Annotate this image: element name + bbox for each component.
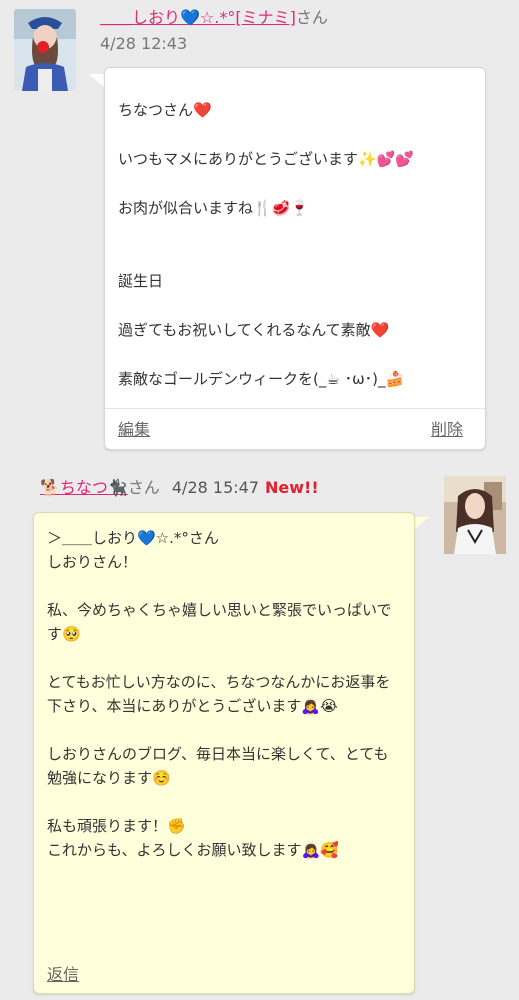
comment1-line: 過ぎてもお祝いしてくれるなんて素敵❤️: [118, 321, 390, 339]
comment2-header: 🐕ちなつ🐈‍⬛さん 4/28 15:47 New!!: [40, 478, 319, 498]
comment1-line: お肉が似合いますね🍴🥩🍷: [118, 199, 310, 217]
comment2-date: 4/28 15:47: [171, 478, 259, 497]
comment2-honorific: さん: [127, 478, 160, 497]
comment1-date: 4/28 12:43: [100, 34, 188, 53]
reply-link[interactable]: 返信: [47, 961, 79, 985]
comment2-bubble-tail: [413, 517, 429, 531]
comment1-line: ちなつさん❤️: [118, 101, 212, 119]
avatar-chinatsu[interactable]: [444, 476, 506, 558]
comment1-header: ＿＿しおり💙☆.*°[ミナミ]さん: [100, 8, 328, 28]
comment2-bubble: ＞＿＿しおり💙☆.*°さん しおりさん！ 私、今めちゃくちゃ嬉しい思いと緊張でい…: [33, 512, 415, 994]
comment1-divider: [105, 408, 485, 409]
comment2-line: 私も頑張ります！✊: [47, 817, 186, 835]
new-badge: New!!: [265, 478, 319, 497]
avatar-shiori[interactable]: [14, 9, 76, 91]
comment1-line: いつもマメにありがとうございます✨💕💕: [118, 150, 415, 168]
comment1-body: ちなつさん❤️ いつもマメにありがとうございます✨💕💕 お肉が似合いますね🍴🥩🍷…: [118, 98, 467, 403]
comment2-line: 私、今めちゃくちゃ嬉しい思いと緊張でいっぱいです🥺: [47, 601, 392, 643]
comment2-body: ＞＿＿しおり💙☆.*°さん しおりさん！ 私、今めちゃくちゃ嬉しい思いと緊張でい…: [47, 526, 396, 862]
comment2-line: しおりさん！: [47, 553, 138, 571]
comment2-line: これからも、よろしくお願い致します🙇‍♀️🥰: [47, 841, 339, 859]
comment2-line: ＞＿＿しおり💙☆.*°さん: [47, 529, 219, 547]
comment1-line: 素敵なゴールデンウィークを(_☕ ･ω･)_🍰: [118, 370, 405, 388]
comment2-line: とてもお忙しい方なのに、ちなつなんかにお返事を下さり、本当にありがとうございます…: [47, 673, 391, 715]
comment2-line: しおりさんのブログ、毎日本当に楽しくて、とても勉強になります☺️: [47, 745, 389, 787]
comment1-honorific: さん: [295, 8, 328, 27]
comment1-author-link[interactable]: ＿＿しおり💙☆.*°[ミナミ]: [100, 8, 296, 27]
delete-link[interactable]: 削除: [431, 416, 463, 440]
comment1-line: 誕生日: [118, 272, 164, 290]
comment1-bubble-tail: [89, 74, 105, 88]
comment1-bubble: ちなつさん❤️ いつもマメにありがとうございます✨💕💕 お肉が似合いますね🍴🥩🍷…: [104, 67, 486, 450]
edit-link[interactable]: 編集: [118, 416, 150, 440]
comment2-author-link[interactable]: 🐕ちなつ🐈‍⬛: [40, 478, 128, 497]
